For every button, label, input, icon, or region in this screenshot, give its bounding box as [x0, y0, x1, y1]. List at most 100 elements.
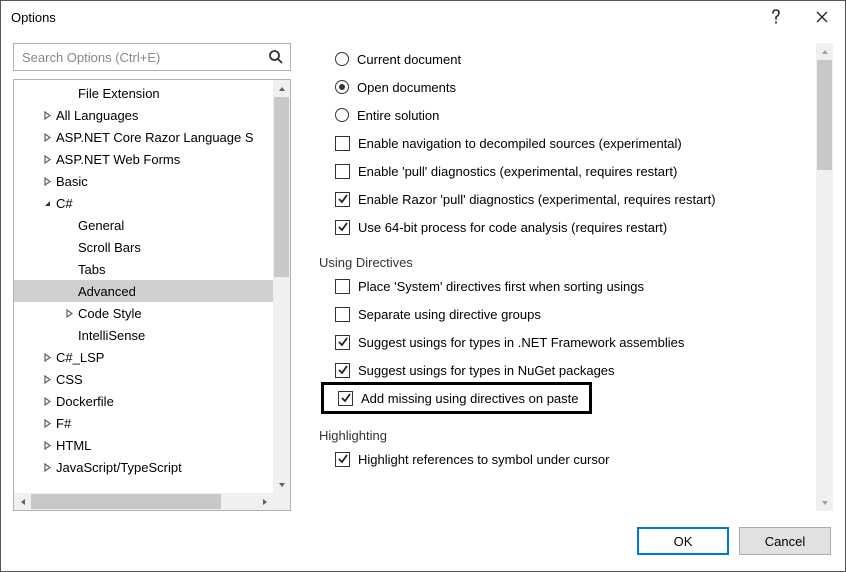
scroll-thumb[interactable]: [817, 60, 832, 170]
left-panel: File ExtensionAll Languages ASP.NET Core …: [13, 43, 291, 511]
tree-item-label: ASP.NET Web Forms: [56, 152, 180, 167]
tree-item[interactable]: IntelliSense: [14, 324, 290, 346]
tree-item-label: JavaScript/TypeScript: [56, 460, 182, 475]
scroll-track[interactable]: [273, 97, 290, 476]
search-field-wrap[interactable]: [13, 43, 291, 71]
tree-item[interactable]: ASP.NET Core Razor Language S: [14, 126, 290, 148]
right-panel: Current documentOpen documentsEntire sol…: [301, 43, 833, 511]
check-label: Enable 'pull' diagnostics (experimental,…: [358, 164, 677, 179]
check-label: Suggest usings for types in NuGet packag…: [358, 363, 615, 378]
highlighted-option[interactable]: Add missing using directives on paste: [321, 382, 592, 414]
scroll-up-icon[interactable]: [816, 43, 833, 60]
radio[interactable]: [335, 80, 349, 94]
scroll-track[interactable]: [816, 60, 833, 494]
help-button[interactable]: [753, 1, 799, 33]
dialog-footer: OK Cancel: [13, 511, 833, 559]
radio[interactable]: [335, 52, 349, 66]
scroll-down-icon[interactable]: [816, 494, 833, 511]
chevron-right-icon[interactable]: [40, 419, 54, 428]
checkbox[interactable]: [335, 279, 350, 294]
check-row[interactable]: Suggest usings for types in NuGet packag…: [319, 356, 816, 384]
settings-pane: Current documentOpen documentsEntire sol…: [301, 43, 816, 511]
scroll-thumb-h[interactable]: [31, 494, 221, 509]
checkbox[interactable]: [335, 452, 350, 467]
tree-item-label: CSS: [56, 372, 83, 387]
tree-item[interactable]: ASP.NET Web Forms: [14, 148, 290, 170]
check-label: Use 64-bit process for code analysis (re…: [358, 220, 667, 235]
chevron-right-icon[interactable]: [40, 133, 54, 142]
radio-row[interactable]: Open documents: [319, 73, 816, 101]
settings-vscrollbar[interactable]: [816, 43, 833, 511]
radio[interactable]: [335, 108, 349, 122]
tree-item[interactable]: Code Style: [14, 302, 290, 324]
checkbox[interactable]: [338, 391, 353, 406]
tree-item-label: HTML: [56, 438, 91, 453]
search-input[interactable]: [20, 49, 262, 66]
check-row[interactable]: Use 64-bit process for code analysis (re…: [319, 213, 816, 241]
checkbox[interactable]: [335, 307, 350, 322]
checkbox[interactable]: [335, 335, 350, 350]
check-row[interactable]: Suggest usings for types in .NET Framewo…: [319, 328, 816, 356]
tree-item-label: Code Style: [78, 306, 142, 321]
scroll-thumb[interactable]: [274, 97, 289, 277]
checkbox[interactable]: [335, 164, 350, 179]
tree-item[interactable]: Dockerfile: [14, 390, 290, 412]
check-row[interactable]: Separate using directive groups: [319, 300, 816, 328]
tree-item-label: ASP.NET Core Razor Language S: [56, 130, 254, 145]
cancel-button[interactable]: Cancel: [739, 527, 831, 555]
scroll-track-h[interactable]: [31, 493, 256, 510]
tree-item[interactable]: General: [14, 214, 290, 236]
close-button[interactable]: [799, 1, 845, 33]
checkbox[interactable]: [335, 220, 350, 235]
check-row[interactable]: Enable Razor 'pull' diagnostics (experim…: [319, 185, 816, 213]
tree-item[interactable]: Scroll Bars: [14, 236, 290, 258]
nav-tree-container: File ExtensionAll Languages ASP.NET Core …: [13, 79, 291, 511]
check-label: Highlight references to symbol under cur…: [358, 452, 609, 467]
chevron-right-icon[interactable]: [40, 177, 54, 186]
titlebar: Options: [1, 1, 845, 33]
checkbox[interactable]: [335, 136, 350, 151]
ok-button[interactable]: OK: [637, 527, 729, 555]
check-row[interactable]: Highlight references to symbol under cur…: [319, 445, 816, 473]
tree-item[interactable]: File Extension: [14, 82, 290, 104]
tree-item[interactable]: JavaScript/TypeScript: [14, 456, 290, 478]
checkbox[interactable]: [335, 363, 350, 378]
tree-item[interactable]: HTML: [14, 434, 290, 456]
main-area: File ExtensionAll Languages ASP.NET Core …: [13, 43, 833, 511]
chevron-right-icon[interactable]: [40, 375, 54, 384]
tree-item[interactable]: C#: [14, 192, 290, 214]
scroll-left-icon[interactable]: [14, 493, 31, 510]
radio-row[interactable]: Entire solution: [319, 101, 816, 129]
tree-item[interactable]: CSS: [14, 368, 290, 390]
tree-item-label: Advanced: [78, 284, 136, 299]
chevron-right-icon[interactable]: [40, 397, 54, 406]
scroll-up-icon[interactable]: [273, 80, 290, 97]
radio-row[interactable]: Current document: [319, 45, 816, 73]
chevron-right-icon[interactable]: [40, 353, 54, 362]
chevron-right-icon[interactable]: [40, 441, 54, 450]
tree-item[interactable]: All Languages: [14, 104, 290, 126]
check-row[interactable]: Place 'System' directives first when sor…: [319, 272, 816, 300]
scroll-down-icon[interactable]: [273, 476, 290, 493]
tree-item-label: Dockerfile: [56, 394, 114, 409]
tree-item[interactable]: F#: [14, 412, 290, 434]
tree-vscrollbar[interactable]: [273, 80, 290, 493]
chevron-right-icon[interactable]: [40, 155, 54, 164]
check-row[interactable]: Enable navigation to decompiled sources …: [319, 129, 816, 157]
tree-item-label: C#_LSP: [56, 350, 104, 365]
dialog-body: File ExtensionAll Languages ASP.NET Core …: [1, 33, 845, 571]
tree-item[interactable]: Advanced: [14, 280, 290, 302]
chevron-right-icon[interactable]: [40, 111, 54, 120]
check-row[interactable]: Enable 'pull' diagnostics (experimental,…: [319, 157, 816, 185]
checkbox[interactable]: [335, 192, 350, 207]
chevron-right-icon[interactable]: [40, 463, 54, 472]
chevron-right-icon[interactable]: [62, 309, 76, 318]
nav-tree[interactable]: File ExtensionAll Languages ASP.NET Core …: [14, 80, 290, 510]
tree-item[interactable]: Tabs: [14, 258, 290, 280]
scroll-right-icon[interactable]: [256, 493, 273, 510]
chevron-down-icon[interactable]: [40, 199, 54, 208]
tree-hscrollbar[interactable]: [14, 493, 273, 510]
tree-item[interactable]: Basic: [14, 170, 290, 192]
tree-item[interactable]: C#_LSP: [14, 346, 290, 368]
check-label: Enable Razor 'pull' diagnostics (experim…: [358, 192, 716, 207]
